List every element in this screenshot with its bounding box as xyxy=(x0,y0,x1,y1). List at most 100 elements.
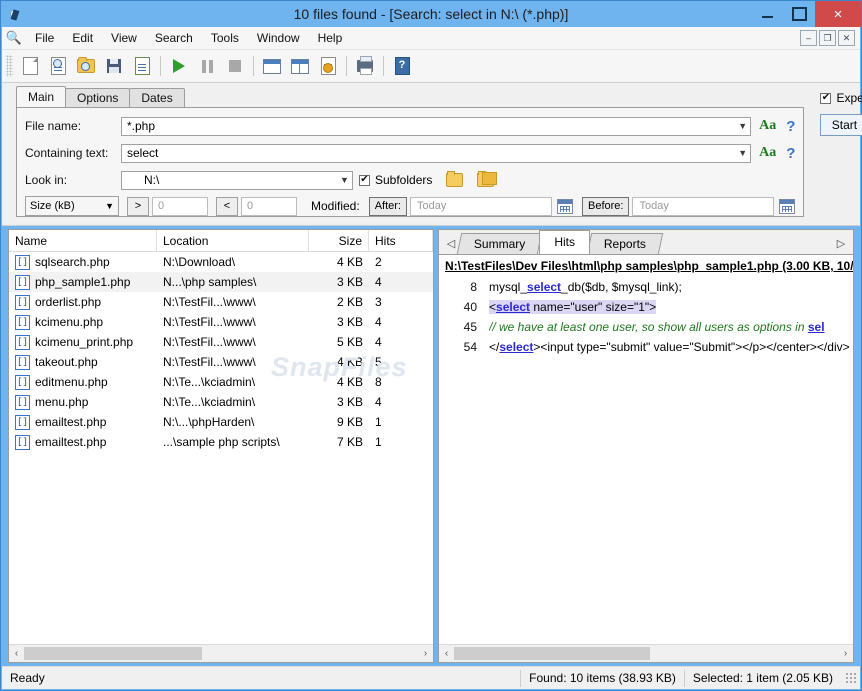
export-icon[interactable] xyxy=(128,53,156,79)
match-case-icon[interactable]: Aa xyxy=(759,145,776,161)
hit-file-header[interactable]: N:\TestFiles\Dev Files\html\php samples\… xyxy=(439,259,853,277)
hscroll-track[interactable] xyxy=(24,647,418,660)
hit-keyword[interactable]: select xyxy=(527,280,561,294)
hit-line[interactable]: 45 // we have at least one user, so show… xyxy=(439,317,853,337)
toolbar: ? xyxy=(2,50,860,83)
browse-folder-button[interactable] xyxy=(446,173,463,187)
start-button[interactable]: Start xyxy=(820,114,862,136)
menu-item-tools[interactable]: Tools xyxy=(202,29,248,47)
table-row[interactable]: []editmenu.phpN:\Te...\kciadmin\4 KB8 xyxy=(9,372,433,392)
close-button[interactable]: × xyxy=(815,1,861,27)
open-folder-icon[interactable] xyxy=(72,53,100,79)
tab-main[interactable]: Main xyxy=(16,86,66,107)
match-case-icon[interactable]: Aa xyxy=(759,118,776,134)
size-greater-button[interactable]: > xyxy=(127,197,149,216)
menu-item-view[interactable]: View xyxy=(102,29,146,47)
options-icon[interactable] xyxy=(314,53,342,79)
size-less-input[interactable]: 0 xyxy=(241,197,297,216)
resize-grip[interactable] xyxy=(845,672,857,684)
hit-keyword[interactable]: select xyxy=(499,340,533,354)
file-name-help-icon[interactable]: ? xyxy=(786,118,795,135)
tab-dates[interactable]: Dates xyxy=(129,88,184,107)
save-icon[interactable] xyxy=(100,53,128,79)
mdi-restore-button[interactable]: ❐ xyxy=(819,30,836,46)
after-date-input[interactable]: Today xyxy=(410,197,552,216)
stop-icon[interactable] xyxy=(221,53,249,79)
hit-line[interactable]: 40<select name="user" size="1"> xyxy=(439,297,853,317)
look-in-input[interactable]: N:\ ▼ xyxy=(121,171,353,190)
look-in-row: Look in: N:\ ▼ ✔ Subfolders xyxy=(25,169,795,191)
tab-summary[interactable]: Summary xyxy=(457,233,543,254)
tab-hits[interactable]: Hits xyxy=(539,230,590,254)
mdi-minimize-button[interactable]: – xyxy=(800,30,817,46)
expert-user-checkbox[interactable]: ✔ xyxy=(820,93,831,104)
new-window-icon[interactable] xyxy=(258,53,286,79)
column-header-size[interactable]: Size xyxy=(309,230,369,251)
table-row[interactable]: []orderlist.phpN:\TestFil...\www\2 KB3 xyxy=(9,292,433,312)
scroll-right-icon[interactable]: › xyxy=(418,648,433,659)
table-row[interactable]: []sqlsearch.phpN:\Download\4 KB2 xyxy=(9,252,433,272)
hscroll-thumb[interactable] xyxy=(454,647,650,660)
tab-options[interactable]: Options xyxy=(65,88,130,107)
scroll-left-icon[interactable]: ‹ xyxy=(9,648,24,659)
table-row[interactable]: []menu.phpN:\Te...\kciadmin\3 KB4 xyxy=(9,392,433,412)
hits-hscrollbar[interactable]: ‹ › xyxy=(439,644,853,662)
chevron-down-icon[interactable]: ▼ xyxy=(735,118,750,135)
calendar-icon[interactable] xyxy=(779,199,795,214)
column-header-name[interactable]: Name xyxy=(9,230,157,251)
hit-keyword[interactable]: sel xyxy=(808,320,825,334)
file-size-cell: 2 KB xyxy=(337,295,363,309)
tab-reports[interactable]: Reports xyxy=(587,233,663,254)
hscroll-thumb[interactable] xyxy=(24,647,202,660)
column-header-hits[interactable]: Hits xyxy=(369,230,433,251)
table-row[interactable]: []kcimenu.phpN:\TestFil...\www\3 KB4 xyxy=(9,312,433,332)
mdi-close-button[interactable]: ✕ xyxy=(838,30,855,46)
new-search-icon[interactable] xyxy=(16,53,44,79)
file-name-input[interactable]: *.php ▼ xyxy=(121,117,751,136)
size-less-button[interactable]: < xyxy=(216,197,238,216)
table-row[interactable]: []php_sample1.phpN...\php samples\3 KB4 xyxy=(9,272,433,292)
menu-item-file[interactable]: File xyxy=(26,29,63,47)
browse-folders-button[interactable] xyxy=(477,173,494,187)
start-icon[interactable] xyxy=(165,53,193,79)
table-row[interactable]: []emailtest.php...\sample php scripts\7 … xyxy=(9,432,433,452)
after-toggle-button[interactable]: After: xyxy=(369,197,407,216)
split-window-icon[interactable] xyxy=(286,53,314,79)
size-unit-select[interactable]: Size (kB) ▼ xyxy=(25,196,119,216)
results-tabs: ◁ Summary Hits Reports ▷ xyxy=(439,230,853,255)
scroll-right-icon[interactable]: › xyxy=(838,648,853,659)
hit-line[interactable]: 8mysql_select_db($db, $mysql_link); xyxy=(439,277,853,297)
menu-item-help[interactable]: Help xyxy=(309,29,352,47)
hit-line[interactable]: 54</select><input type="submit" value="S… xyxy=(439,337,853,357)
maximize-button[interactable] xyxy=(783,1,815,27)
hit-keyword[interactable]: select xyxy=(496,300,530,314)
file-name-cell: menu.php xyxy=(35,395,88,409)
before-date-input[interactable]: Today xyxy=(632,197,774,216)
hscroll-track[interactable] xyxy=(454,647,838,660)
chevron-down-icon[interactable]: ▼ xyxy=(735,145,750,162)
minimize-button[interactable] xyxy=(751,1,783,27)
containing-text-help-icon[interactable]: ? xyxy=(786,145,795,162)
file-list-hscrollbar[interactable]: ‹ › xyxy=(9,644,433,662)
menu-item-search[interactable]: Search xyxy=(146,29,202,47)
containing-text-input[interactable]: select ▼ xyxy=(121,144,751,163)
help-icon[interactable]: ? xyxy=(388,53,416,79)
pause-icon[interactable] xyxy=(193,53,221,79)
table-row[interactable]: []emailtest.phpN:\...\phpHarden\9 KB1 xyxy=(9,412,433,432)
calendar-icon[interactable] xyxy=(557,199,573,214)
tabs-scroll-right-icon[interactable]: ▷ xyxy=(833,232,849,254)
before-toggle-button[interactable]: Before: xyxy=(582,197,629,216)
column-header-location[interactable]: Location xyxy=(157,230,309,251)
subfolders-checkbox[interactable]: ✔ xyxy=(359,175,370,186)
look-in-label: Look in: xyxy=(25,173,121,187)
menu-item-edit[interactable]: Edit xyxy=(63,29,102,47)
print-icon[interactable] xyxy=(351,53,379,79)
chevron-down-icon[interactable]: ▼ xyxy=(337,172,352,189)
menu-item-window[interactable]: Window xyxy=(248,29,309,47)
toolbar-grip[interactable] xyxy=(6,55,13,77)
search-document-icon[interactable] xyxy=(44,53,72,79)
scroll-left-icon[interactable]: ‹ xyxy=(439,648,454,659)
table-row[interactable]: []kcimenu_print.phpN:\TestFil...\www\5 K… xyxy=(9,332,433,352)
size-greater-input[interactable]: 0 xyxy=(152,197,208,216)
table-row[interactable]: []takeout.phpN:\TestFil...\www\4 KB5 xyxy=(9,352,433,372)
